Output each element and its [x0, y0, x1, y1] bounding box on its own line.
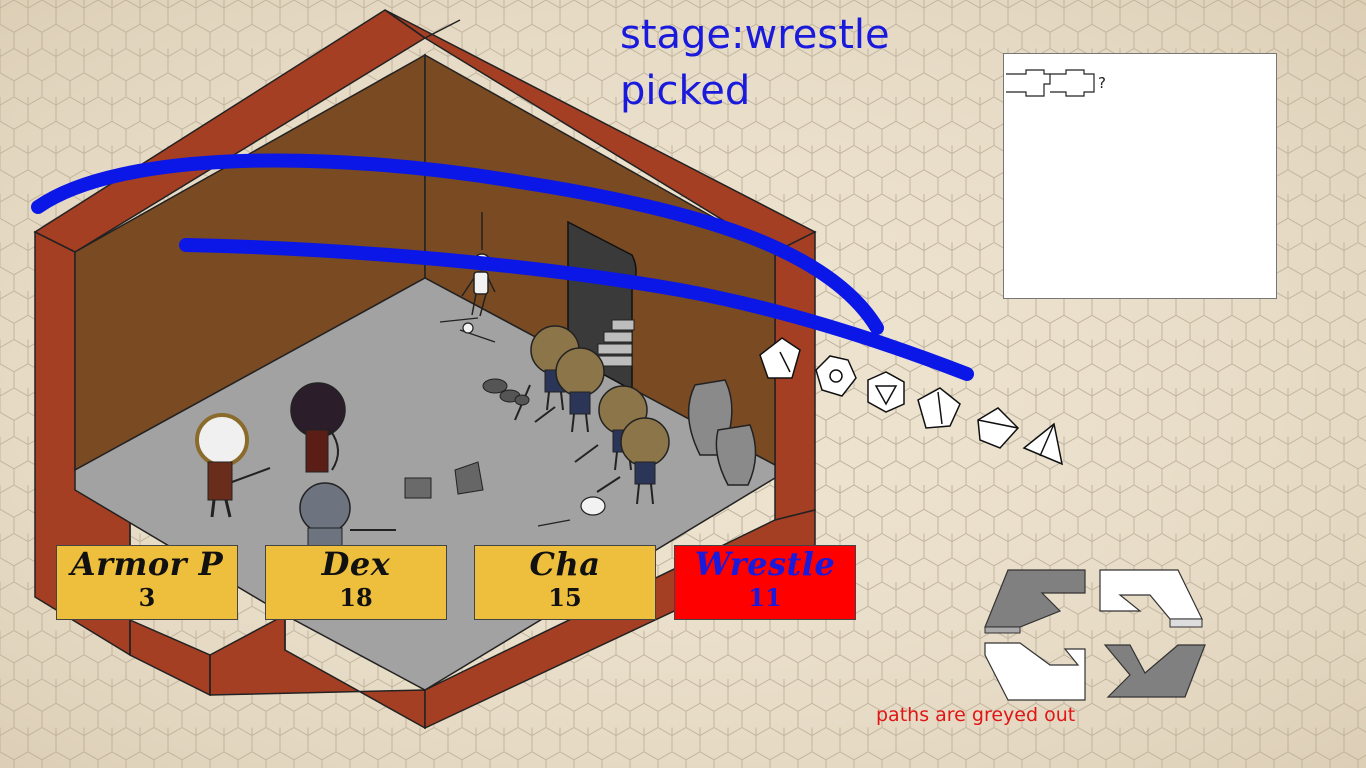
arrow-down-left-icon[interactable]	[984, 642, 1086, 701]
log-text: ?	[1098, 74, 1106, 92]
stat-value: 3	[138, 583, 156, 612]
stat-card-armor-p[interactable]: Armor P 3	[56, 545, 238, 620]
stat-card-cha[interactable]: Cha 15	[474, 545, 656, 620]
arrow-up-right-icon[interactable]	[1099, 569, 1203, 628]
d10-percentile-die[interactable]	[917, 387, 961, 429]
d4-die[interactable]	[1022, 422, 1064, 466]
stat-name: Dex	[321, 545, 391, 583]
stat-value: 11	[748, 583, 782, 612]
log-panel: ?	[1003, 53, 1277, 299]
direction-pad	[984, 569, 1206, 701]
arrow-up-left-icon[interactable]	[984, 569, 1086, 634]
stage-label: stage:wrestle	[620, 12, 890, 58]
stage-status: picked	[620, 68, 751, 114]
puzzle-piece-icon	[1006, 69, 1095, 97]
stat-card-wrestle[interactable]: Wrestle 11	[674, 545, 856, 620]
d8-die[interactable]	[977, 407, 1020, 449]
arrow-down-right-icon[interactable]	[1103, 644, 1206, 698]
stat-value: 18	[339, 583, 373, 612]
outer-wall-bottom	[129, 618, 211, 697]
paths-note: paths are greyed out	[876, 704, 1076, 726]
stat-card-dex[interactable]: Dex 18	[265, 545, 447, 620]
stat-value: 15	[548, 583, 582, 612]
stat-name: Armor P	[70, 545, 224, 583]
d20-die[interactable]	[867, 371, 905, 413]
stat-name: Wrestle	[694, 545, 836, 583]
d12-die[interactable]	[815, 355, 857, 397]
stat-name: Cha	[529, 545, 601, 583]
